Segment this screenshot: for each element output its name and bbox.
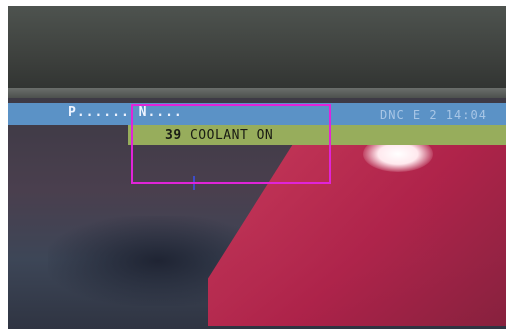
highlight-annotation-box bbox=[131, 104, 331, 184]
monitor-bezel bbox=[8, 6, 506, 98]
mode-time-readout: DNC E 2 14:04 bbox=[380, 108, 487, 122]
monitor-photo: P...... N.... DNC E 2 14:04 39 COOLANT O… bbox=[8, 6, 506, 329]
